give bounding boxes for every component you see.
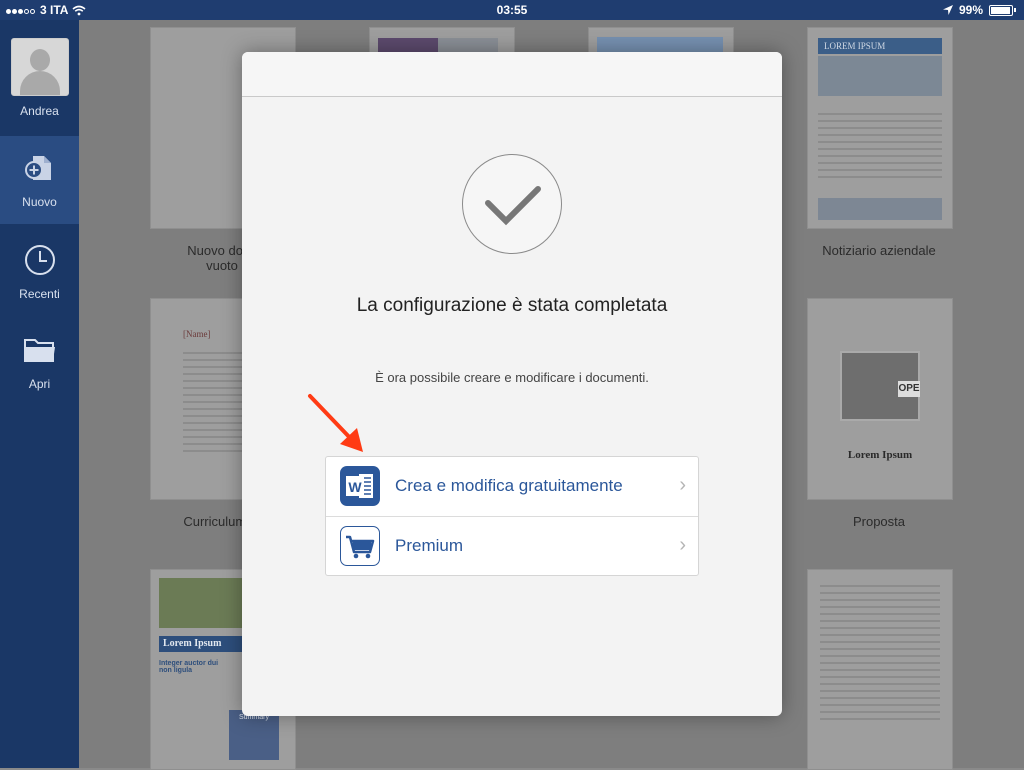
- template-proposal[interactable]: OPE Lorem Ipsum: [807, 298, 953, 500]
- sidebar-item-user[interactable]: Andrea: [0, 20, 79, 136]
- flyer-title: Lorem Ipsum: [159, 636, 243, 652]
- free-edit-label: Crea e modifica gratuitamente: [395, 476, 623, 495]
- location-icon: [942, 5, 953, 15]
- checkmark-icon: [462, 154, 562, 254]
- user-name: Andrea: [20, 104, 59, 118]
- free-edit-option[interactable]: W Crea e modifica gratuitamente ›: [326, 457, 698, 516]
- new-document-icon: [24, 156, 51, 180]
- template-caption: Notiziario aziendale: [822, 243, 936, 258]
- options-list: W Crea e modifica gratuitamente › Premiu…: [325, 456, 699, 576]
- folder-icon: [23, 339, 55, 362]
- cart-icon: [340, 526, 380, 566]
- sidebar-item-apri[interactable]: Apri: [0, 314, 79, 404]
- sidebar-item-label: Recenti: [19, 287, 60, 301]
- dialog-subtitle: È ora possibile creare e modificare i do…: [375, 370, 649, 385]
- sidebar-item-recenti[interactable]: Recenti: [0, 224, 79, 314]
- proposal-title: Lorem Ipsum: [847, 449, 913, 461]
- avatar: [10, 38, 69, 96]
- sidebar: Andrea Nuovo Recenti Apri: [0, 20, 79, 768]
- premium-label: Premium: [395, 536, 464, 555]
- battery-percent: 99%: [958, 3, 983, 17]
- proposal-sign: OPE: [898, 381, 920, 397]
- word-icon: W: [340, 466, 380, 506]
- sidebar-item-nuovo[interactable]: Nuovo: [0, 136, 79, 224]
- chevron-right-icon: ›: [679, 474, 686, 496]
- sidebar-item-label: Nuovo: [22, 195, 57, 209]
- battery-icon: [989, 4, 1013, 16]
- dialog-header: [242, 52, 782, 97]
- flyer-summary: Summary: [229, 710, 279, 760]
- arrow-annotation-icon: [308, 394, 363, 452]
- status-bar: 3 ITA 03:55 99%: [0, 0, 1024, 20]
- status-time: 03:55: [496, 3, 528, 17]
- dialog-title: La configurazione è stata completata: [356, 295, 668, 316]
- battery-indicator: 99%: [942, 3, 1016, 17]
- template-caption: Proposta: [852, 514, 906, 529]
- flyer-heading: Integer auctor dui non ligula: [159, 660, 219, 674]
- template-newsletter[interactable]: LOREM IPSUM: [807, 27, 953, 229]
- chevron-right-icon: ›: [679, 534, 686, 556]
- clock-icon: [24, 245, 55, 275]
- word-icon-letter: W: [348, 479, 362, 495]
- template-cv[interactable]: [807, 569, 953, 770]
- resume-name: [Name]: [183, 329, 211, 339]
- newsletter-title: LOREM IPSUM: [818, 38, 942, 54]
- premium-option[interactable]: Premium ›: [326, 516, 698, 576]
- setup-complete-dialog: La configurazione è stata completata È o…: [242, 52, 782, 716]
- sidebar-item-label: Apri: [28, 377, 51, 391]
